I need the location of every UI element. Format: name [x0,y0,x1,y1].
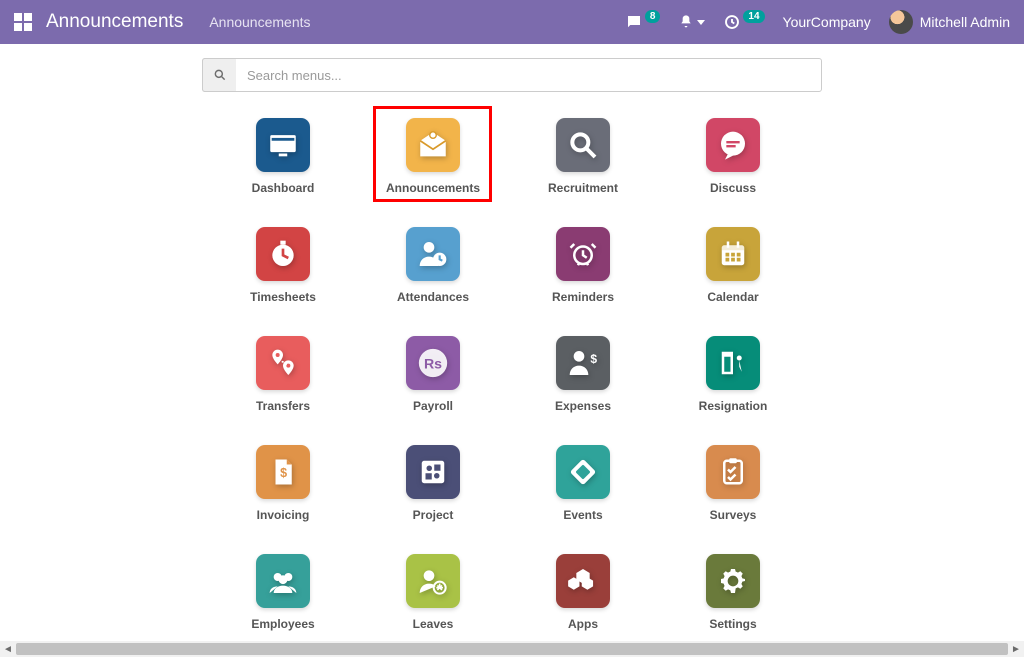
app-label-calendar: Calendar [707,290,758,304]
app-tile-announcements [406,118,460,172]
app-label-resignation: Resignation [699,399,768,413]
app-label-settings: Settings [709,617,756,631]
messages-badge: 8 [645,10,661,23]
app-events[interactable]: Events [538,445,628,522]
top-bar: Announcements Announcements 8 14 YourCom… [0,0,1024,44]
app-tile-apps [556,554,610,608]
user-name: Mitchell Admin [920,14,1010,30]
app-tile-reminders [556,227,610,281]
messages-button[interactable]: 8 [625,13,661,31]
app-label-attendances: Attendances [397,290,469,304]
apps-grid: Dashboard Announcements Recruitment Discuss… [202,118,822,631]
svg-text:$: $ [280,466,287,480]
app-label-discuss: Discuss [710,181,756,195]
app-tile-settings [706,554,760,608]
app-tile-events [556,445,610,499]
app-title: Announcements [46,11,183,33]
app-timesheets[interactable]: Timesheets [238,227,328,304]
app-calendar[interactable]: Calendar [688,227,778,304]
caret-down-icon [697,20,705,25]
svg-text:$: $ [590,352,597,366]
app-label-recruitment: Recruitment [548,181,618,195]
search-input[interactable] [202,58,822,92]
bell-icon [678,14,694,30]
app-label-surveys: Surveys [710,508,757,522]
app-label-timesheets: Timesheets [250,290,316,304]
app-payroll[interactable]: Rs Payroll [388,336,478,413]
apps-row: Transfers Rs Payroll $ Expenses Resignation [202,336,822,413]
app-tile-dashboard [256,118,310,172]
scroll-left-button[interactable]: ◄ [0,641,16,657]
app-tile-timesheets [256,227,310,281]
app-expenses[interactable]: $ Expenses [538,336,628,413]
app-tile-calendar [706,227,760,281]
content-area: Dashboard Announcements Recruitment Discuss… [0,44,1024,641]
app-label-payroll: Payroll [413,399,453,413]
scroll-track[interactable] [16,641,1008,657]
app-reminders[interactable]: Reminders [538,227,628,304]
apps-row: Dashboard Announcements Recruitment Discuss [202,118,822,195]
app-label-expenses: Expenses [555,399,611,413]
app-label-employees: Employees [251,617,314,631]
apps-row: Employees Leaves Apps Settings [202,554,822,631]
app-label-dashboard: Dashboard [252,181,315,195]
app-leaves[interactable]: Leaves [388,554,478,631]
app-label-apps: Apps [568,617,598,631]
app-attendances[interactable]: Attendances [388,227,478,304]
app-label-project: Project [413,508,454,522]
app-tile-surveys [706,445,760,499]
apps-row: Timesheets Attendances Reminders Calendar [202,227,822,304]
app-tile-discuss [706,118,760,172]
highlight-box [373,106,492,202]
app-label-leaves: Leaves [413,617,454,631]
apps-menu-icon[interactable] [14,13,32,31]
horizontal-scrollbar[interactable]: ◄ ► [0,641,1024,657]
app-surveys[interactable]: Surveys [688,445,778,522]
app-settings[interactable]: Settings [688,554,778,631]
app-apps[interactable]: Apps [538,554,628,631]
user-menu[interactable]: Mitchell Admin [889,10,1010,34]
app-tile-invoicing: $ [256,445,310,499]
app-tile-recruitment [556,118,610,172]
app-label-reminders: Reminders [552,290,614,304]
search-button[interactable] [202,58,236,92]
scroll-right-button[interactable]: ► [1008,641,1024,657]
company-switcher[interactable]: YourCompany [783,14,871,30]
app-tile-employees [256,554,310,608]
app-tile-leaves [406,554,460,608]
search-row [202,58,822,92]
app-label-events: Events [563,508,602,522]
clock-icon [723,13,741,31]
company-name: YourCompany [783,14,871,30]
activities-badge: 14 [743,10,764,23]
app-label-invoicing: Invoicing [257,508,310,522]
app-tile-resignation [706,336,760,390]
app-announcements[interactable]: Announcements [388,118,478,195]
notifications-button[interactable] [678,14,705,30]
svg-text:Rs: Rs [424,357,442,373]
app-transfers[interactable]: Transfers [238,336,328,413]
app-resignation[interactable]: Resignation [688,336,778,413]
app-tile-payroll: Rs [406,336,460,390]
scroll-thumb[interactable] [16,643,1008,655]
app-label-transfers: Transfers [256,399,310,413]
user-avatar [889,10,913,34]
activities-button[interactable]: 14 [723,13,764,31]
app-tile-project [406,445,460,499]
search-icon [213,68,227,82]
app-tile-expenses: $ [556,336,610,390]
app-recruitment[interactable]: Recruitment [538,118,628,195]
app-discuss[interactable]: Discuss [688,118,778,195]
app-project[interactable]: Project [388,445,478,522]
breadcrumb-announcements[interactable]: Announcements [209,14,310,30]
app-invoicing[interactable]: $ Invoicing [238,445,328,522]
app-tile-attendances [406,227,460,281]
chat-icon [625,13,643,31]
app-employees[interactable]: Employees [238,554,328,631]
apps-row: $ Invoicing Project Events Surveys [202,445,822,522]
app-tile-transfers [256,336,310,390]
app-dashboard[interactable]: Dashboard [238,118,328,195]
